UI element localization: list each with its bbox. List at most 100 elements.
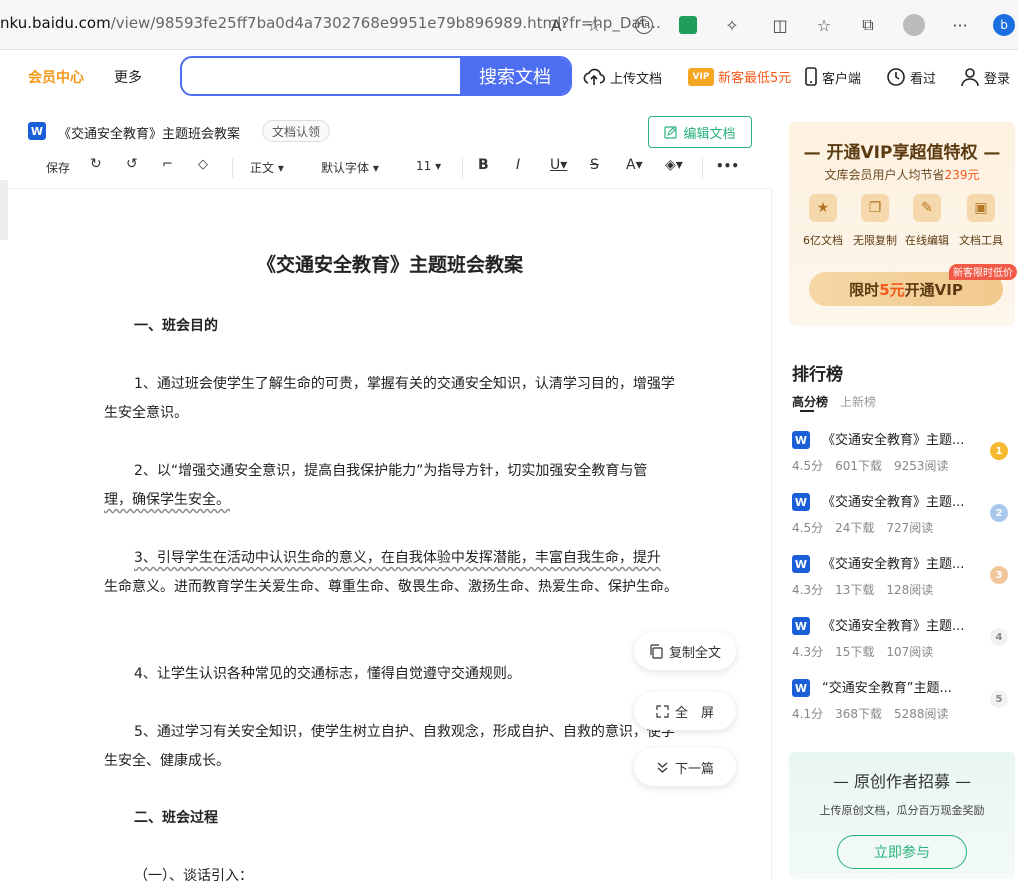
search-input[interactable]	[192, 64, 452, 88]
ranking-title: 排行榜	[792, 365, 843, 385]
paragraph-style-select[interactable]: 正文 ▾	[250, 159, 284, 176]
font-size-select[interactable]: 11 ▾	[416, 159, 441, 173]
save-button[interactable]: 保存	[46, 159, 70, 176]
profile-avatar[interactable]	[902, 13, 926, 37]
phone-icon	[805, 67, 817, 86]
font-color-icon[interactable]: A▾	[626, 157, 643, 173]
rank-badge: 5	[990, 690, 1008, 708]
ranking-item[interactable]: W 《交通安全教育》主题... 4.5分 601下载 9253阅读 1	[792, 429, 1012, 479]
rank-badge-silver: 2	[990, 504, 1008, 522]
more-options-icon[interactable]: •••	[716, 159, 739, 173]
strikethrough-icon[interactable]: S	[590, 157, 599, 173]
downloads: 24下载	[835, 521, 875, 535]
author-recruit-card: — 原创作者招募 — 上传原创文档，瓜分百万现金奖励 立即参与	[789, 752, 1015, 879]
vip-center-link[interactable]: 会员中心	[28, 67, 84, 87]
extension-aa-icon[interactable]: Aa	[632, 13, 656, 37]
word-doc-icon: W	[792, 431, 810, 449]
font-family-select[interactable]: 默认字体 ▾	[321, 159, 379, 176]
perk-label: 无限复制	[853, 234, 897, 247]
paragraph: 3、引导学生在活动中认识生命的意义，在自我体验中发挥潜能，丰富自我生命，提升	[134, 550, 661, 566]
ranking-item[interactable]: W 《交通安全教育》主题... 4.5分 24下载 727阅读 2	[792, 491, 1012, 541]
reads: 107阅读	[886, 645, 934, 659]
edit-doc-label: 编辑文档	[683, 126, 736, 142]
vip-badge-icon: VIP	[688, 67, 714, 86]
underline-icon[interactable]: U▾	[550, 157, 567, 173]
document-title: 《交通安全教育》主题班会教案	[256, 254, 523, 276]
page-edge	[0, 180, 8, 240]
upload-doc-label: 上传文档	[610, 71, 663, 87]
copy-all-button[interactable]: 复制全文	[634, 632, 736, 670]
perk-label: 在线编辑	[905, 234, 949, 247]
login-label: 登录	[984, 71, 1011, 87]
recruit-title: — 原创作者招募 —	[832, 772, 972, 791]
paragraph: （一）、谈话引入：	[134, 868, 253, 884]
vip-btn-prefix: 限时	[849, 280, 880, 299]
more-menu-icon[interactable]: ···	[948, 13, 972, 37]
fullscreen-button[interactable]: 全 屏	[634, 692, 736, 730]
score: 4.3分	[792, 583, 824, 597]
word-doc-icon: W	[792, 617, 810, 635]
active-tab-indicator	[800, 410, 814, 412]
ranking-item[interactable]: W “交通安全教育”主题... 4.1分 368下载 5288阅读 5	[792, 677, 1012, 727]
login-link[interactable]: 登录	[960, 67, 1010, 87]
viewed-history-link[interactable]: 看过	[886, 67, 936, 87]
vip-card-subtitle: 文库会员用户人均节省239元	[789, 166, 1015, 183]
paragraph: 生命意义。进而教育学生关爱生命、尊重生命、敬畏生命、激扬生命、热爱生命、保护生命…	[104, 579, 678, 595]
extension-green-icon[interactable]	[676, 13, 700, 37]
score: 4.5分	[792, 459, 824, 473]
join-now-button[interactable]: 立即参与	[837, 835, 967, 869]
newbie-promo-link[interactable]: VIP 新客最低5元	[688, 67, 791, 86]
ranking-item-title: “交通安全教育”主题...	[822, 681, 952, 696]
ranking-item[interactable]: W 《交通安全教育》主题... 4.3分 13下载 128阅读 3	[792, 553, 1012, 603]
bold-icon[interactable]: B	[478, 157, 489, 173]
score: 4.1分	[792, 707, 824, 721]
read-aloud-icon[interactable]: A)	[546, 13, 570, 37]
favorite-add-icon[interactable]: ☆	[582, 13, 606, 37]
vip-sub-prefix: 文库会员用户人均节省	[824, 168, 945, 182]
next-doc-label: 下一篇	[674, 761, 714, 777]
tab-high-score[interactable]: 高分榜	[792, 393, 828, 410]
toolbox-icon: ▣	[967, 194, 995, 222]
paragraph: 2、以“增强交通安全意识，提高自我保护能力”为指导方针，切实加强安全教育与管	[134, 463, 648, 479]
collections-icon[interactable]: ⧉	[856, 13, 880, 37]
perk-tools: ▣ 文档工具	[953, 194, 1009, 248]
split-screen-icon[interactable]: ◫	[768, 13, 792, 37]
format-painter-icon[interactable]: ⌐	[162, 157, 173, 172]
recruit-title-text: 原创作者招募	[853, 772, 950, 791]
tab-new[interactable]: 上新榜	[840, 393, 876, 410]
ranking-item-title: 《交通安全教育》主题...	[822, 433, 965, 448]
ranking-item-meta: 4.5分 601下载 9253阅读	[792, 457, 961, 474]
recruit-subtitle: 上传原创文档，瓜分百万现金奖励	[819, 804, 985, 817]
toolbar-divider	[462, 158, 463, 178]
highlight-icon[interactable]: ◈▾	[665, 157, 683, 173]
more-link[interactable]: 更多	[114, 67, 142, 87]
italic-icon[interactable]: I	[516, 157, 520, 173]
paragraph-style-value: 正文	[250, 161, 275, 175]
downloads: 601下载	[835, 459, 882, 473]
doc-header-title: 《交通安全教育》主题班会教案	[58, 127, 241, 142]
claim-doc-button[interactable]: 文档认领	[262, 120, 331, 142]
search-button[interactable]: 搜索文档	[460, 58, 570, 94]
downloads: 368下载	[835, 707, 882, 721]
bing-icon[interactable]: b	[992, 13, 1016, 37]
ranking-item-title: 《交通安全教育》主题...	[822, 495, 965, 510]
undo-icon[interactable]: ↺	[126, 156, 138, 172]
upload-doc-button[interactable]: 上传文档	[582, 67, 662, 87]
favorites-icon[interactable]: ☆	[812, 13, 836, 37]
viewed-label: 看过	[910, 71, 937, 87]
extensions-puzzle-icon[interactable]: ✧	[720, 13, 744, 37]
upload-cloud-icon	[583, 68, 606, 85]
client-download-link[interactable]: 客户端	[804, 67, 861, 87]
edit-doc-button[interactable]: 编辑文档	[648, 116, 752, 148]
paragraph-line: 理，确保学生安全。	[104, 492, 230, 508]
redo-icon[interactable]: ↻	[90, 156, 102, 172]
ranking-item-meta: 4.3分 13下载 128阅读	[792, 581, 945, 598]
ranking-item[interactable]: W 《交通安全教育》主题... 4.3分 15下载 107阅读 4	[792, 615, 1012, 665]
ranking-item-title: 《交通安全教育》主题...	[822, 619, 965, 634]
next-doc-button[interactable]: 下一篇	[634, 748, 736, 786]
font-size-value: 11	[416, 159, 432, 173]
score: 4.3分	[792, 645, 824, 659]
eraser-icon[interactable]: ◇	[198, 157, 208, 172]
rank-badge-bronze: 3	[990, 566, 1008, 584]
perk-edit: ✎ 在线编辑	[899, 194, 955, 248]
